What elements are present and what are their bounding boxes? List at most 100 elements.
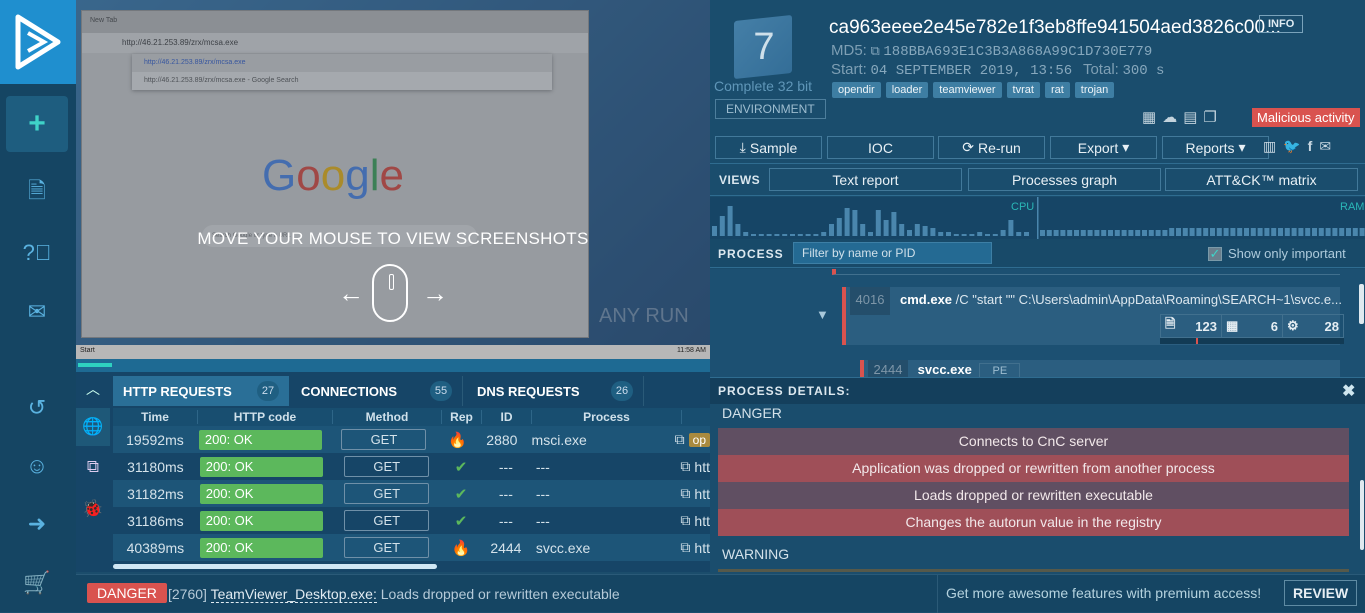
tab-dns-requests[interactable]: DNS REQUESTS 26 (467, 376, 644, 406)
tab-http-requests[interactable]: HTTP REQUESTS 27 (113, 376, 289, 406)
cpu-bar (758, 234, 764, 236)
danger-badge: DANGER (87, 583, 167, 603)
collapse-triangle-icon[interactable]: ▼ (816, 307, 829, 322)
tag[interactable]: trojan (1074, 82, 1115, 98)
new-task-button[interactable]: + (6, 96, 68, 152)
copy-icon[interactable]: ⧉ (680, 512, 690, 529)
url-text[interactable]: htt (694, 540, 710, 556)
files-view-button[interactable]: ⧉ (76, 448, 110, 486)
rerun-button[interactable]: ⟳ Re-run (938, 136, 1045, 159)
sidebar-item-help[interactable]: ?⃝ (6, 225, 68, 281)
show-only-important-toggle[interactable]: ✓ Show only important (1208, 246, 1346, 261)
ram-bar (1237, 228, 1243, 236)
details-scrollbar[interactable] (1360, 480, 1364, 550)
column-header[interactable]: Time (113, 410, 198, 424)
column-header[interactable]: ID (482, 410, 532, 424)
info-button[interactable]: INFO (1259, 15, 1304, 33)
ram-bar (1312, 228, 1317, 236)
ram-bar (1114, 230, 1120, 236)
tags: opendir loader teamviewer tvrat rat troj… (832, 82, 1115, 98)
column-header[interactable]: Rep (442, 410, 482, 424)
ram-bar (1128, 230, 1134, 236)
table-row[interactable]: 40389ms 200: OK GET 🔥 2444 svcc.exe ⧉ htt (113, 534, 710, 561)
video-icon[interactable]: ▥ (1263, 138, 1276, 155)
ram-bar (1216, 228, 1222, 236)
close-icon[interactable]: ✖ (1342, 381, 1355, 401)
tab-label: HTTP REQUESTS (123, 383, 232, 399)
danger-heading: DANGER (722, 405, 782, 421)
tag[interactable]: loader (885, 82, 929, 98)
column-header[interactable]: Process (532, 410, 682, 424)
anyrun-logo[interactable] (0, 0, 76, 84)
reports-dropdown[interactable]: Reports ▾ (1162, 136, 1269, 159)
tag[interactable]: tvrat (1006, 82, 1040, 98)
tag[interactable]: opendir (832, 82, 881, 98)
sidebar-item-history[interactable]: ↺ (6, 380, 68, 436)
collapse-panel-button[interactable]: ︿ (76, 372, 110, 406)
sidebar-item-pricing[interactable]: 🛒 (6, 555, 68, 611)
network-view-button[interactable]: 🌐 (76, 408, 110, 446)
cpu-bar (797, 234, 803, 236)
process-name: cmd.exe (900, 292, 953, 307)
share-icons: ▥ 🐦 f ✉ (1263, 138, 1331, 155)
tag[interactable]: teamviewer (933, 82, 1002, 98)
copy-icon[interactable]: ⧉ (680, 539, 690, 556)
url-text[interactable]: htt (694, 513, 710, 529)
url-text[interactable]: htt (694, 459, 710, 475)
table-row[interactable]: 31180ms 200: OK GET ✔ --- --- ⧉ htt (113, 453, 710, 480)
danger-item[interactable]: Connects to CnC server (718, 428, 1349, 455)
column-header[interactable]: Method (333, 410, 442, 424)
process-item[interactable]: 4016 cmd.exe /C "start "" C:\Users\admin… (842, 287, 1344, 345)
bug-icon: 🐞 (82, 499, 104, 518)
plus-icon: + (28, 107, 46, 140)
copy-icon[interactable]: ⧉ (675, 431, 685, 448)
table-row[interactable]: 31182ms 200: OK GET ✔ --- --- ⧉ htt (113, 480, 710, 507)
attck-matrix-button[interactable]: ATT&CK™ matrix (1165, 168, 1358, 191)
method-cell: GET (332, 456, 441, 477)
threat-process-link[interactable]: TeamViewer_Desktop.exe: (210, 586, 377, 603)
cpu-bar (712, 226, 717, 236)
process-item[interactable]: 2444 svcc.exe PE (860, 360, 1340, 377)
process-filter-input[interactable] (793, 242, 992, 264)
tab-connections[interactable]: CONNECTIONS 55 (291, 376, 463, 406)
http-code-cell: 200: OK (198, 483, 333, 504)
column-header[interactable]: HTTP code (198, 410, 333, 424)
pid-cell: 2444 (490, 539, 522, 556)
checkbox-checked-icon[interactable]: ✓ (1208, 246, 1222, 261)
start-label: Start: (831, 61, 867, 78)
twitter-icon[interactable]: 🐦 (1283, 138, 1300, 155)
sample-button[interactable]: ⤓ Sample (715, 136, 822, 159)
environment-button[interactable]: ENVIRONMENT (715, 99, 826, 119)
ioc-button[interactable]: IOC (827, 136, 934, 159)
sidebar-item-logout[interactable]: ➜ (6, 496, 68, 552)
danger-item[interactable]: Application was dropped or rewritten fro… (718, 455, 1349, 482)
url-text[interactable]: op (688, 432, 710, 447)
danger-item[interactable]: Loads dropped or rewritten executable (718, 482, 1349, 509)
screenshot-viewer[interactable]: New Tab http://46.21.253.89/zrx/mcsa.exe… (76, 0, 710, 372)
table-row[interactable]: 31186ms 200: OK GET ✔ --- --- ⧉ htt (113, 507, 710, 534)
task-info-panel: 7 Complete 32 bit ENVIRONMENT ca963eeee2… (710, 0, 1365, 572)
review-button[interactable]: REVIEW (1284, 580, 1358, 606)
sidebar-item-contact[interactable]: ✉ (6, 284, 68, 340)
text-report-button[interactable]: Text report (769, 168, 962, 191)
processes-graph-button[interactable]: Processes graph (968, 168, 1161, 191)
table-row[interactable]: 19592ms 200: OK GET 🔥 2880 msci.exe ⧉ op (113, 426, 710, 453)
process-scrollbar[interactable] (1359, 284, 1364, 324)
threats-view-button[interactable]: 🐞 (76, 490, 110, 528)
email-icon[interactable]: ✉ (1319, 138, 1331, 155)
copy-icon[interactable]: ⧉ (680, 458, 690, 475)
tag[interactable]: rat (1044, 82, 1070, 98)
sidebar-item-profile[interactable]: ☺ (6, 438, 68, 494)
screenshot-timeline[interactable] (76, 359, 710, 372)
copy-icon[interactable]: ⧉ (870, 43, 879, 58)
task-hash: ca963eeee2e45e782e1f3eb8ffe941504aed3826… (829, 17, 1281, 38)
export-dropdown[interactable]: Export ▾ (1050, 136, 1157, 159)
danger-item[interactable]: Changes the autorun value in the registr… (718, 509, 1349, 536)
status-badge: 200: OK (199, 537, 323, 558)
url-text[interactable]: htt (694, 486, 710, 502)
horizontal-scrollbar[interactable] (113, 564, 437, 569)
copy-icon[interactable]: ⧉ (680, 485, 690, 502)
facebook-icon[interactable]: f (1308, 138, 1313, 155)
sidebar-item-reports[interactable]: 🗎 (6, 165, 68, 221)
ram-bar (1108, 230, 1113, 236)
